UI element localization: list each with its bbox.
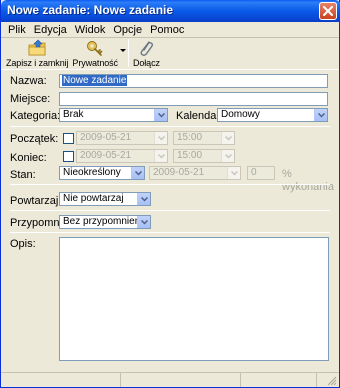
calendar-dropdown-button[interactable]: [314, 109, 327, 121]
save-and-close-button[interactable]: Zapisz i zamknij: [4, 39, 70, 68]
reminder-dropdown-button[interactable]: [137, 216, 150, 228]
due-checkbox[interactable]: [63, 151, 74, 162]
due-time-value: 15:00: [177, 150, 203, 161]
status-date-dropdown[interactable]: [227, 167, 240, 179]
location-label: Miejsce:: [10, 93, 51, 105]
title-field[interactable]: Nowe zadanie: [59, 74, 328, 88]
window-title: Nowe zadanie: Nowe zadanie: [7, 3, 174, 17]
repeat-value: Nie powtarzaj: [63, 193, 124, 204]
start-date-value: 2009-05-21: [80, 132, 132, 143]
due-time-picker[interactable]: 15:00: [173, 149, 235, 163]
due-date-picker[interactable]: 2009-05-21: [76, 149, 168, 163]
resize-grip-icon[interactable]: [327, 376, 337, 386]
status-label: Stan:: [10, 169, 36, 181]
section-divider: [10, 232, 330, 233]
reminder-select[interactable]: Bez przypomnienia: [59, 215, 151, 229]
menu-options[interactable]: Opcje: [109, 23, 146, 37]
calendar-select[interactable]: Domowy: [217, 108, 328, 122]
repeat-dropdown-button[interactable]: [137, 193, 150, 205]
toolbar: Zapisz i zamknij Prywatność Dołącz: [1, 39, 339, 69]
category-select[interactable]: Brak: [59, 108, 168, 122]
chevron-down-icon: [157, 112, 165, 118]
status-date-value: 2009-05-21: [153, 167, 205, 178]
due-date-dropdown[interactable]: [154, 150, 167, 162]
section-divider: [10, 210, 330, 211]
chevron-down-icon: [157, 135, 165, 141]
folder-save-icon: [28, 39, 46, 56]
status-select[interactable]: Nieokreślony: [59, 166, 145, 180]
title-bar[interactable]: Nowe zadanie: Nowe zadanie: [1, 0, 340, 22]
menu-divider: [1, 37, 339, 38]
status-cell: [241, 373, 317, 387]
start-time-picker[interactable]: 15:00: [173, 131, 235, 145]
start-checkbox[interactable]: [63, 133, 74, 144]
chevron-down-icon: [317, 112, 325, 118]
task-window: Nowe zadanie: Nowe zadanie Plik Edycja W…: [0, 0, 340, 388]
menu-view[interactable]: Widok: [71, 23, 110, 37]
start-label: Początek:: [10, 133, 59, 145]
title-label: Nazwa:: [10, 75, 47, 87]
menu-file[interactable]: Plik: [4, 23, 30, 37]
paperclip-icon: [140, 41, 154, 56]
menu-edit[interactable]: Edycja: [30, 23, 71, 37]
chevron-down-icon: [230, 170, 238, 176]
attach-label: Dołącz: [132, 58, 160, 68]
repeat-select[interactable]: Nie powtarzaj: [59, 192, 151, 206]
close-icon: [323, 6, 333, 16]
toolbar-separator: [127, 39, 129, 67]
percent-complete-stepper[interactable]: 0: [247, 166, 275, 180]
section-divider: [10, 126, 330, 127]
category-value: Brak: [63, 109, 84, 120]
description-textarea[interactable]: [59, 237, 329, 361]
chevron-down-icon: [224, 153, 232, 159]
privacy-dropdown-icon[interactable]: [119, 49, 126, 53]
title-value: Nowe zadanie: [62, 75, 128, 86]
status-bar: [1, 372, 339, 387]
menu-help[interactable]: Pomoc: [146, 23, 188, 37]
attach-button[interactable]: Dołącz: [131, 39, 162, 68]
percent-complete-label: % wykonania: [282, 168, 334, 193]
chevron-down-icon: [140, 196, 148, 202]
status-cell: [121, 373, 241, 387]
chevron-down-icon: [224, 135, 232, 141]
menu-bar: Plik Edycja Widok Opcje Pomoc: [1, 22, 339, 38]
due-date-value: 2009-05-21: [80, 150, 132, 161]
status-date-picker[interactable]: 2009-05-21: [149, 166, 241, 180]
start-date-dropdown[interactable]: [154, 132, 167, 144]
chevron-down-icon: [134, 170, 142, 176]
reminder-value: Bez przypomnienia: [63, 216, 149, 227]
key-icon: [87, 41, 103, 56]
toolbar-divider: [1, 69, 339, 70]
category-dropdown-button[interactable]: [154, 109, 167, 121]
privacy-label: Prywatność: [72, 58, 118, 68]
privacy-button[interactable]: Prywatność: [70, 39, 120, 68]
status-cell: [1, 373, 121, 387]
start-date-picker[interactable]: 2009-05-21: [76, 131, 168, 145]
status-dropdown-button[interactable]: [131, 167, 144, 179]
category-label: Kategoria:: [10, 110, 61, 122]
chevron-down-icon: [140, 219, 148, 225]
due-label: Koniec:: [10, 152, 47, 164]
location-field[interactable]: [59, 92, 328, 106]
close-button[interactable]: [319, 2, 337, 20]
start-time-dropdown[interactable]: [221, 132, 234, 144]
repeat-label: Powtarzaj:: [10, 195, 62, 207]
section-divider: [10, 184, 330, 185]
status-value: Nieokreślony: [63, 167, 121, 178]
chevron-down-icon: [157, 153, 165, 159]
percent-complete-value: 0: [251, 167, 257, 178]
due-time-dropdown[interactable]: [221, 150, 234, 162]
calendar-value: Domowy: [221, 109, 260, 120]
start-time-value: 15:00: [177, 132, 203, 143]
description-label: Opis:: [10, 238, 36, 250]
save-and-close-label: Zapisz i zamknij: [6, 58, 69, 68]
